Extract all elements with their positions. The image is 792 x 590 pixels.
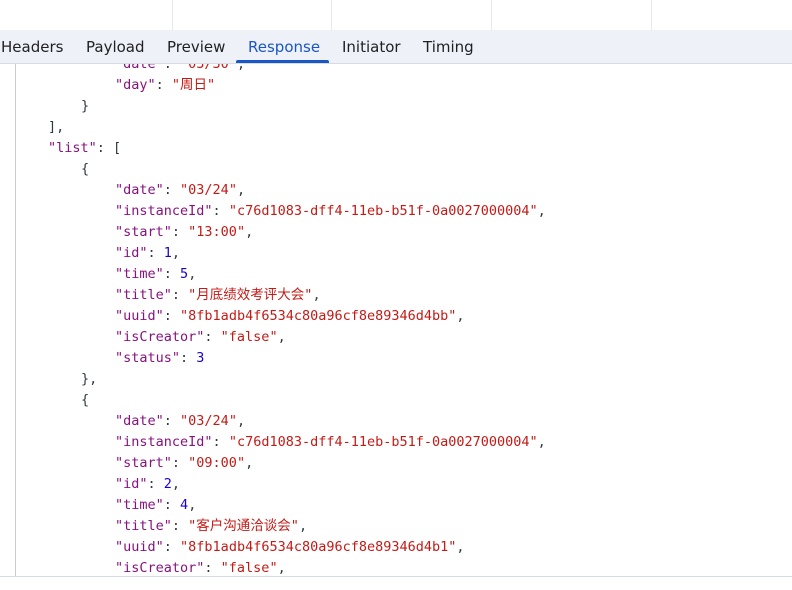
code-line: "date": "03/24", (115, 413, 246, 429)
code-line: "title": "月底绩效考评大会", (115, 287, 321, 303)
code-line: "uuid": "8fb1adb4f6534c80a96cf8e89346d4b… (115, 308, 465, 324)
code-line: "uuid": "8fb1adb4f6534c80a96cf8e89346d4b… (115, 539, 465, 555)
column-divider (172, 0, 173, 30)
tab-headers[interactable]: Headers (1, 30, 63, 63)
code-line: "date": "03/30", (115, 64, 246, 72)
code-line: "isCreator": "false", (115, 329, 286, 345)
code-line: }, (81, 371, 98, 387)
tab-preview[interactable]: Preview (167, 30, 225, 63)
code-line: "instanceId": "c76d1083-dff4-11eb-b51f-0… (115, 434, 546, 450)
code-line: "date": "03/24", (115, 182, 246, 198)
code-line: "time": 5, (115, 266, 197, 282)
response-body[interactable]: "date": "03/30", "day": "周日" } ], "list"… (0, 64, 792, 576)
code-line: "title": "客户沟通洽谈会", (115, 518, 308, 534)
indent-guide (15, 64, 16, 576)
column-divider (651, 0, 652, 30)
status-strip (0, 576, 792, 590)
column-divider (491, 0, 492, 30)
tab-response[interactable]: Response (248, 30, 320, 63)
request-list-strip (0, 0, 792, 31)
code-line: { (81, 161, 90, 177)
code-line: "start": "13:00", (115, 224, 254, 240)
code-line: ], (48, 119, 65, 135)
code-line: } (81, 98, 90, 114)
code-line: "id": 2, (115, 476, 181, 492)
tab-initiator[interactable]: Initiator (342, 30, 401, 63)
code-line: { (81, 392, 90, 408)
network-detail-tabbar: Headers Payload Preview Response Initiat… (0, 30, 792, 64)
active-tab-indicator (236, 60, 329, 63)
code-line: "day": "周日" (115, 77, 216, 93)
tab-payload[interactable]: Payload (86, 30, 145, 63)
code-line: "start": "09:00", (115, 455, 254, 471)
code-line: "time": 4, (115, 497, 197, 513)
code-line: "isCreator": "false", (115, 560, 286, 576)
tab-timing[interactable]: Timing (423, 30, 474, 63)
code-line: "list": [ (48, 140, 122, 156)
code-line: "id": 1, (115, 245, 181, 261)
code-line: "status": 3 (115, 350, 205, 366)
code-line: "instanceId": "c76d1083-dff4-11eb-b51f-0… (115, 203, 546, 219)
column-divider (331, 0, 332, 30)
